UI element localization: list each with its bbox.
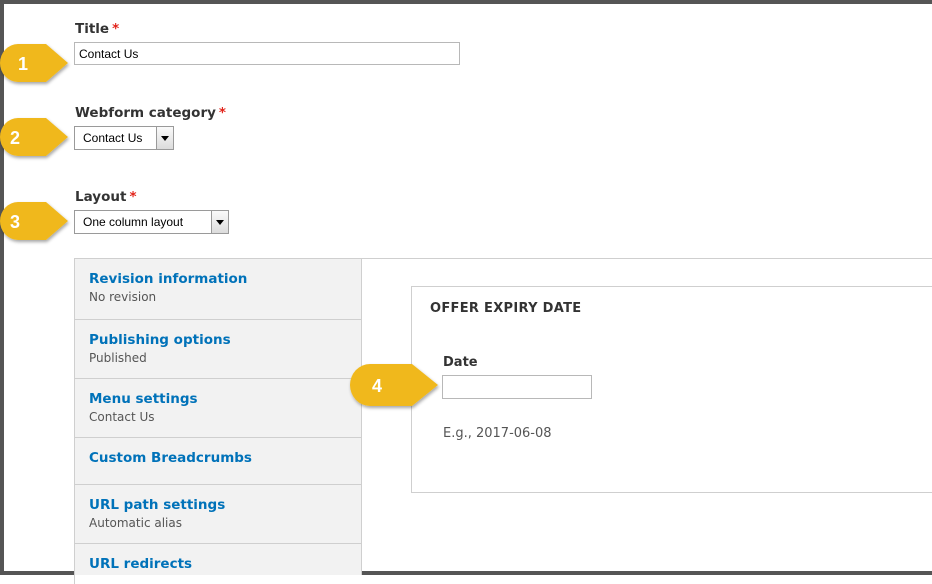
- layout-select[interactable]: One column layout: [74, 210, 229, 234]
- vertical-tab-revision-information[interactable]: Revision information No revision: [74, 259, 361, 320]
- date-description: E.g., 2017-06-08: [443, 426, 552, 441]
- required-marker: *: [112, 21, 120, 37]
- layout-value: One column layout: [83, 215, 184, 229]
- callout-badge-4: 4: [350, 362, 440, 408]
- vertical-tab-url-redirects[interactable]: URL redirects: [74, 544, 361, 584]
- vertical-tab-title: URL path settings: [89, 497, 226, 513]
- vertical-tab-title: Custom Breadcrumbs: [89, 450, 252, 466]
- callout-badge-1: 1: [0, 42, 72, 84]
- callout-badge-3: 3: [0, 200, 72, 242]
- chevron-down-icon: [216, 219, 224, 225]
- vertical-tab-summary: No revision: [89, 290, 157, 304]
- callout-badge-2: 2: [0, 116, 72, 158]
- vertical-tab-title: Revision information: [89, 271, 248, 287]
- title-label-text: Title: [75, 21, 110, 37]
- vertical-tab-summary: Contact Us: [89, 410, 155, 424]
- vertical-tab-url-path-settings[interactable]: URL path settings Automatic alias: [74, 485, 361, 544]
- callout-number: 3: [10, 212, 20, 232]
- required-marker: *: [129, 189, 137, 205]
- fieldset-legend: OFFER EXPIRY DATE: [430, 301, 582, 316]
- vertical-tab-summary: Automatic alias: [89, 516, 182, 530]
- dropdown-button[interactable]: [156, 127, 173, 149]
- callout-number: 1: [18, 54, 28, 74]
- vertical-tab-pane-border: [362, 258, 932, 259]
- vertical-tab-menu-settings[interactable]: Menu settings Contact Us: [74, 379, 361, 438]
- webform-category-label: Webform category *: [75, 105, 226, 121]
- title-input[interactable]: [74, 42, 460, 65]
- webform-category-value: Contact Us: [83, 131, 143, 145]
- date-input[interactable]: [442, 375, 592, 399]
- vertical-tab-publishing-options[interactable]: Publishing options Published: [74, 320, 361, 379]
- layout-label: Layout *: [75, 189, 137, 205]
- callout-number: 4: [372, 376, 382, 396]
- date-label: Date: [443, 355, 478, 370]
- dropdown-button[interactable]: [211, 211, 228, 233]
- title-label: Title *: [75, 21, 119, 37]
- vertical-tabs: Revision information No revision Publish…: [74, 258, 362, 584]
- vertical-tab-title: URL redirects: [89, 556, 193, 572]
- webform-category-label-text: Webform category: [75, 105, 216, 121]
- vertical-tab-title: Publishing options: [89, 332, 231, 348]
- vertical-tab-summary: Published: [89, 351, 147, 365]
- webform-category-select[interactable]: Contact Us: [74, 126, 174, 150]
- callout-number: 2: [10, 128, 20, 148]
- chevron-down-icon: [161, 135, 169, 141]
- layout-label-text: Layout: [75, 189, 127, 205]
- vertical-tab-title: Menu settings: [89, 391, 198, 407]
- vertical-tab-custom-breadcrumbs[interactable]: Custom Breadcrumbs: [74, 438, 361, 485]
- required-marker: *: [218, 105, 226, 121]
